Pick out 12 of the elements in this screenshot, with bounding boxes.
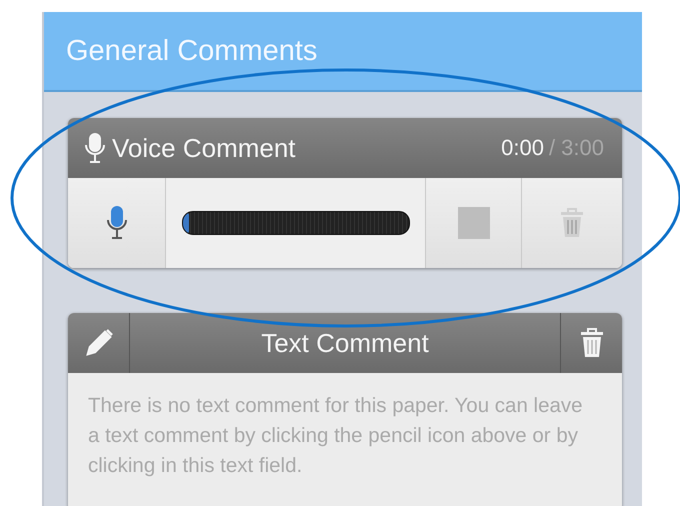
panel-title: General Comments bbox=[66, 34, 318, 68]
text-comment-title: Text Comment bbox=[260, 328, 430, 358]
stop-icon bbox=[458, 207, 490, 239]
record-button[interactable] bbox=[68, 178, 166, 268]
pencil-icon bbox=[84, 328, 114, 358]
microphone-icon bbox=[104, 205, 128, 241]
text-comment-field[interactable]: There is no text comment for this paper. You can leave a text comment by clicking the pencil icon above or by clicking in this text field. bbox=[68, 373, 622, 506]
trash-icon bbox=[560, 208, 584, 238]
elapsed-time: 0:00 bbox=[501, 135, 544, 161]
voice-comment-title: Voice Comment bbox=[112, 132, 296, 164]
trash-icon bbox=[580, 328, 604, 358]
microphone-icon bbox=[84, 132, 106, 164]
